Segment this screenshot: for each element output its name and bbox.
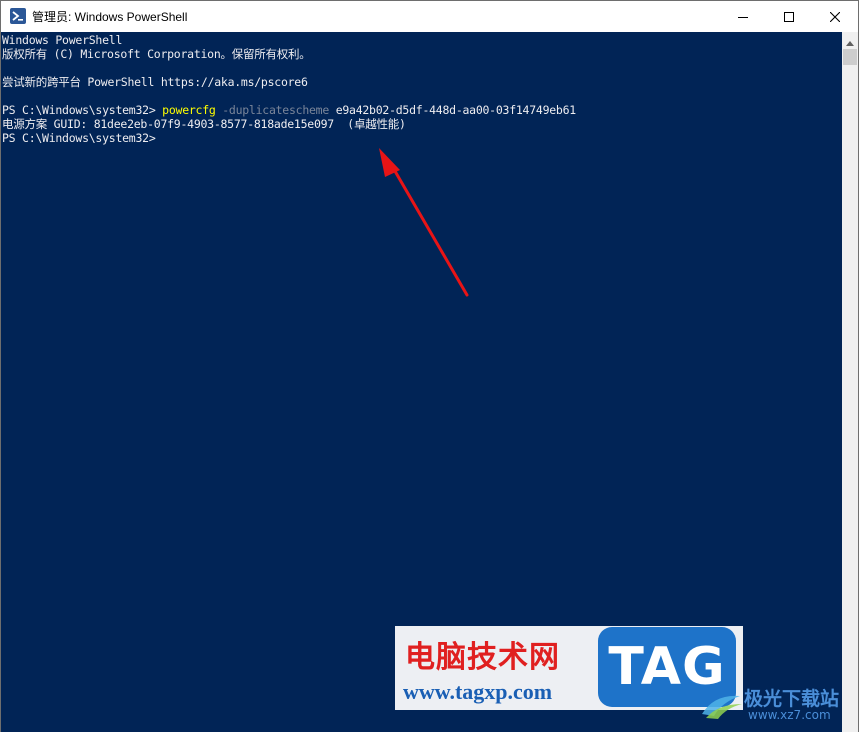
minimize-button[interactable] [720, 1, 766, 32]
current-prompt[interactable]: PS C:\Windows\system32> [2, 131, 156, 145]
maximize-icon [784, 11, 794, 22]
command-line: PS C:\Windows\system32> powercfg -duplic… [2, 103, 576, 117]
maximize-button[interactable] [766, 1, 812, 32]
output-line: 电源方案 GUID: 81dee2eb-07f9-4903-8577-818ad… [2, 117, 406, 131]
prompt-text: PS C:\Windows\system32> [2, 103, 163, 117]
scroll-thumb[interactable] [843, 49, 857, 65]
parameter-text: -duplicatescheme [215, 103, 330, 117]
close-button[interactable] [812, 1, 858, 32]
try-new-line: 尝试新的跨平台 PowerShell https://aka.ms/pscore… [2, 75, 308, 89]
banner-title-line: Windows PowerShell [2, 33, 123, 47]
close-icon [830, 11, 840, 22]
scroll-up-button[interactable] [842, 32, 858, 49]
powershell-icon[interactable] [10, 8, 26, 24]
aurora-logo-icon [702, 695, 742, 719]
window-title: 管理员: Windows PowerShell [32, 10, 188, 24]
vertical-scrollbar[interactable] [842, 32, 858, 732]
chevron-up-icon [846, 31, 854, 50]
minimize-icon [738, 12, 748, 22]
powershell-window: 管理员: Windows PowerShell Windows PowerShe… [0, 0, 859, 732]
command-text: powercfg [162, 103, 216, 117]
argument-text: e9a42b02-d5df-448d-aa00-03f14749eb61 [329, 103, 577, 117]
watermark-partner-name: 极光下载站 [744, 688, 840, 710]
watermark-site-url: www.tagxp.com [403, 679, 553, 704]
watermark-partner-url: www.xz7.com [748, 708, 831, 722]
title-bar[interactable]: 管理员: Windows PowerShell [1, 1, 858, 32]
copyright-line: 版权所有 (C) Microsoft Corporation。保留所有权利。 [2, 47, 311, 61]
watermark-site-name: 电脑技术网 [405, 640, 560, 675]
